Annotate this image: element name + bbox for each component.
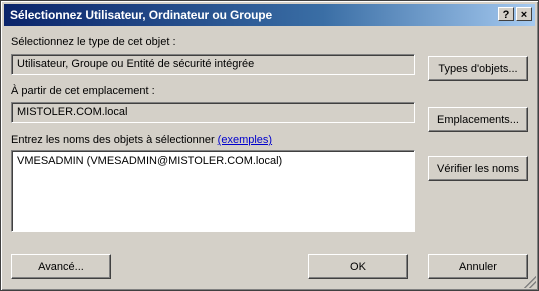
object-type-field: Utilisateur, Groupe ou Entité de sécurit… <box>11 54 415 75</box>
resize-grip-icon[interactable] <box>524 276 536 288</box>
location-label: À partir de cet emplacement : <box>11 85 155 97</box>
locations-button[interactable]: Emplacements... <box>428 107 528 132</box>
advanced-button[interactable]: Avancé... <box>11 254 111 279</box>
object-types-button[interactable]: Types d'objets... <box>428 56 528 81</box>
object-type-label: Sélectionnez le type de cet objet : <box>11 36 176 48</box>
names-label: Entrez les noms des objets à sélectionne… <box>11 134 215 146</box>
select-user-dialog: Sélectionnez Utilisateur, Ordinateur ou … <box>0 0 539 291</box>
location-field: MISTOLER.COM.local <box>11 102 415 123</box>
object-names-input[interactable]: VMESADMIN (VMESADMIN@MISTOLER.COM.local) <box>11 150 415 232</box>
title-bar[interactable]: Sélectionnez Utilisateur, Ordinateur ou … <box>4 4 535 26</box>
dialog-title: Sélectionnez Utilisateur, Ordinateur ou … <box>10 8 273 22</box>
names-label-line: Entrez les noms des objets à sélectionne… <box>11 134 272 146</box>
close-button[interactable]: × <box>516 7 532 21</box>
check-names-button[interactable]: Vérifier les noms <box>428 156 528 181</box>
ok-button[interactable]: OK <box>308 254 408 279</box>
help-button[interactable]: ? <box>498 7 514 21</box>
cancel-button[interactable]: Annuler <box>428 254 528 279</box>
examples-link[interactable]: (exemples) <box>218 134 272 146</box>
